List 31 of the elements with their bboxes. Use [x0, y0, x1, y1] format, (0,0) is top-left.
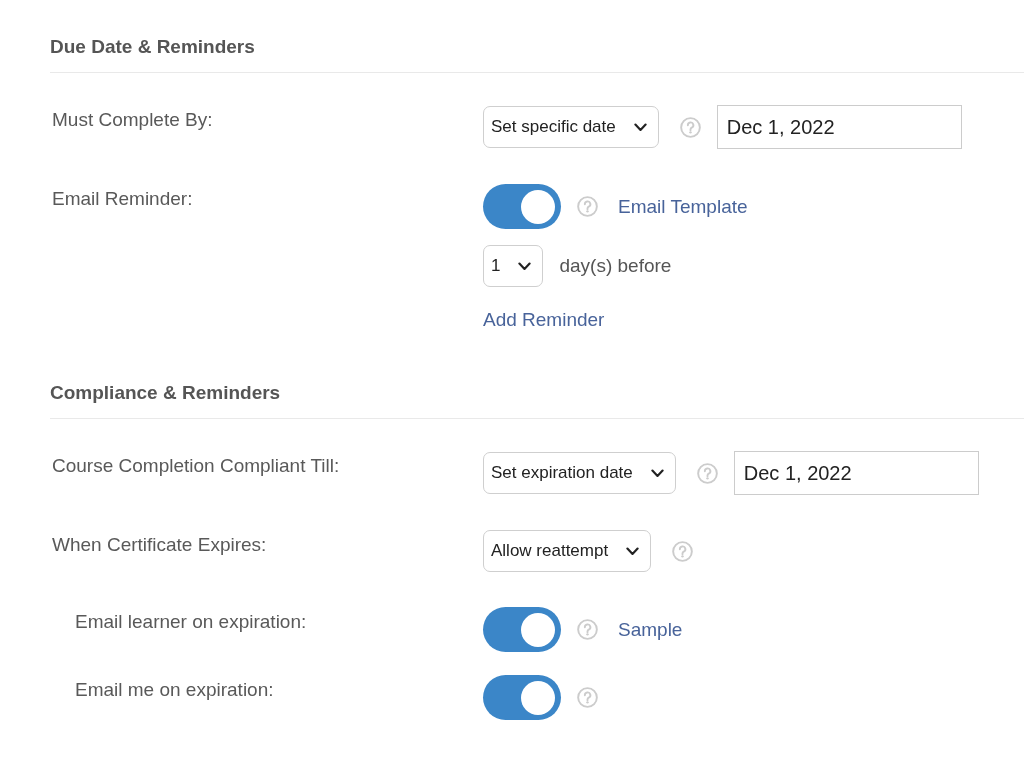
- field-label: Course Completion Compliant Till:: [51, 455, 340, 477]
- caret-icon: [518, 261, 532, 271]
- field-label: Email me on expiration:: [74, 679, 274, 701]
- help-icon[interactable]: [672, 540, 694, 562]
- link[interactable]: Sample: [618, 612, 683, 647]
- dropdown[interactable]: Set expiration date: [483, 452, 676, 494]
- date-field[interactable]: Dec 1, 2022: [716, 105, 962, 149]
- help-icon[interactable]: [696, 462, 718, 484]
- caret-icon: [626, 546, 640, 556]
- help-icon[interactable]: [577, 619, 598, 640]
- toggle-switch[interactable]: [483, 184, 561, 229]
- help-icon[interactable]: [679, 116, 701, 138]
- help-icon[interactable]: [577, 687, 598, 708]
- section-heading: Due Date & Reminders: [50, 36, 255, 58]
- unit-label: day(s) before: [559, 255, 672, 277]
- field-label: Email Reminder:: [51, 188, 193, 210]
- field-label: Email learner on expiration:: [74, 611, 307, 633]
- toggle-switch[interactable]: [483, 607, 561, 652]
- link[interactable]: Email Template: [618, 189, 748, 224]
- date-field[interactable]: Dec 1, 2022: [733, 451, 979, 495]
- field-label: When Certificate Expires:: [51, 534, 267, 556]
- field-label: Must Complete By:: [51, 109, 213, 131]
- dropdown[interactable]: Set specific date: [483, 106, 659, 148]
- dropdown[interactable]: 1: [483, 245, 544, 287]
- toggle-switch[interactable]: [483, 675, 561, 720]
- help-icon[interactable]: [577, 196, 598, 217]
- dropdown[interactable]: Allow reattempt: [483, 530, 652, 572]
- caret-icon: [633, 122, 647, 132]
- caret-icon: [650, 468, 664, 478]
- section-heading: Compliance & Reminders: [50, 382, 281, 404]
- link[interactable]: Add Reminder: [483, 303, 605, 337]
